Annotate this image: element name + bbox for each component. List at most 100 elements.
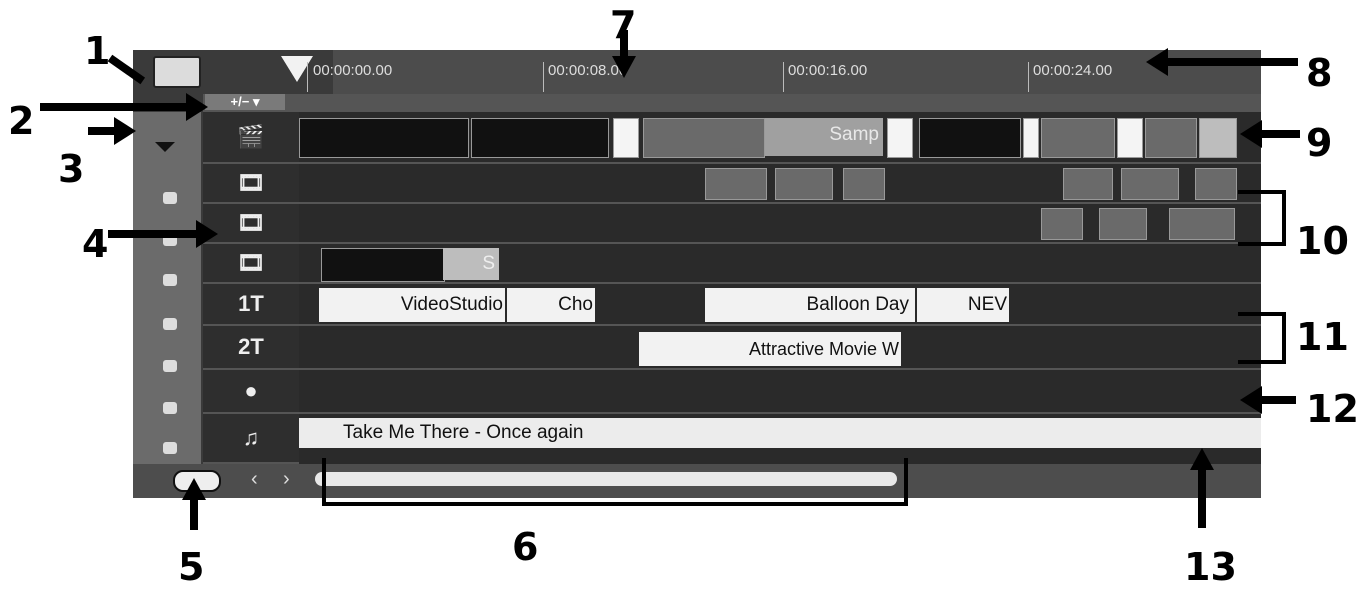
music-track[interactable]: Take Me There - Once again — [299, 414, 1261, 462]
overlay-clip[interactable] — [843, 168, 885, 200]
callout-10: 10 — [1296, 219, 1349, 263]
video-clip[interactable] — [1199, 118, 1237, 158]
voice-track[interactable] — [299, 370, 1261, 414]
callout-9: 9 — [1306, 121, 1333, 165]
transition[interactable] — [1023, 118, 1039, 158]
callout-arrow — [88, 127, 116, 135]
overlay-clip[interactable] — [1063, 168, 1113, 200]
callout-2: 2 — [8, 99, 35, 143]
ruler-major-tick — [783, 62, 784, 92]
overlay-clip[interactable] — [321, 248, 445, 282]
callout-12: 12 — [1306, 387, 1359, 431]
lock-icon[interactable] — [163, 318, 177, 330]
title-track-2-label[interactable]: 2T — [203, 326, 299, 370]
lock-icon[interactable] — [163, 192, 177, 204]
overlay-clip-sample[interactable]: S — [443, 248, 499, 280]
track-manager-icon[interactable] — [153, 56, 201, 88]
callout-arrowhead — [1240, 120, 1262, 148]
callout-arrowhead — [196, 220, 218, 248]
callout-arrow — [1198, 468, 1206, 528]
title-track-1-label[interactable]: 1T — [203, 284, 299, 326]
callout-arrow — [190, 498, 198, 530]
title-track-2[interactable]: Attractive Movie W — [299, 326, 1261, 370]
video-clip[interactable] — [299, 118, 469, 158]
callout-arrow — [40, 103, 188, 111]
overlay-track-3[interactable]: S — [299, 244, 1261, 284]
lock-icon[interactable] — [163, 402, 177, 414]
transition[interactable] — [1117, 118, 1143, 158]
timeline-ruler[interactable]: 00:00:00.00 00:00:08.00 00:00:16.00 00:0… — [281, 50, 1261, 94]
overlay-clip[interactable] — [775, 168, 833, 200]
overlay-track-3-icon[interactable]: 🎞 — [203, 244, 299, 284]
title-clip[interactable]: VideoStudio — [319, 288, 505, 322]
video-track[interactable]: Samp — [299, 112, 1261, 164]
overlay-clip[interactable] — [1041, 208, 1083, 240]
video-clip[interactable] — [1041, 118, 1115, 158]
music-track-label[interactable]: ♫ — [203, 414, 299, 464]
voice-track-icon[interactable]: ● — [203, 370, 299, 414]
callout-11: 11 — [1296, 315, 1349, 359]
zoom-control[interactable]: +/− ▾ — [205, 94, 285, 110]
video-track-icon[interactable]: 🎬 — [203, 112, 299, 164]
chevron-down-icon[interactable] — [155, 142, 175, 152]
callout-6: 6 — [512, 525, 539, 569]
video-clip[interactable] — [471, 118, 609, 158]
video-clip[interactable] — [1145, 118, 1197, 158]
track-icon-column: 🎬 🎞 🎞 🎞 1T 2T ● ♫ — [203, 112, 299, 464]
ruler-time-0: 00:00:00.00 — [313, 62, 393, 79]
transition[interactable] — [887, 118, 913, 158]
tracks-area: Samp S VideoStudio Cho Balloon Day NEV A… — [299, 112, 1261, 464]
lock-column — [133, 112, 201, 464]
callout-arrowhead — [1240, 386, 1262, 414]
callout-arrow — [1262, 130, 1300, 138]
overlay-clip[interactable] — [1121, 168, 1179, 200]
callout-bracket — [1238, 312, 1286, 364]
callout-1: 1 — [84, 29, 111, 73]
overlay-clip[interactable] — [1099, 208, 1147, 240]
callout-13: 13 — [1184, 545, 1237, 589]
callout-arrow — [1262, 396, 1296, 404]
overlay-track-1-icon[interactable]: 🎞 — [203, 164, 299, 204]
playhead-marker[interactable] — [281, 56, 313, 82]
lock-icon[interactable] — [163, 442, 177, 454]
callout-arrowhead — [114, 117, 136, 145]
callout-arrowhead — [1146, 48, 1168, 76]
zoom-bar: +/− ▾ — [203, 94, 1261, 114]
callout-4: 4 — [82, 222, 109, 266]
ruler-time-2: 00:00:16.00 — [788, 62, 868, 79]
ruler-major-tick — [307, 62, 308, 92]
callout-arrowhead — [186, 93, 208, 121]
overlay-track-1[interactable] — [299, 164, 1261, 204]
callout-arrow — [1168, 58, 1298, 66]
overlay-clip[interactable] — [1195, 168, 1237, 200]
callout-8: 8 — [1306, 51, 1333, 95]
title-clip[interactable]: Attractive Movie W — [639, 332, 901, 366]
overlay-clip[interactable] — [1169, 208, 1235, 240]
callout-arrow — [108, 230, 198, 238]
scroll-right-icon[interactable]: › — [283, 468, 290, 491]
video-clip[interactable] — [919, 118, 1021, 158]
title-clip[interactable]: Balloon Day — [705, 288, 915, 322]
transition[interactable] — [613, 118, 639, 158]
title-clip[interactable]: NEV — [917, 288, 1009, 322]
callout-arrowhead — [182, 478, 206, 500]
ruler-major-tick — [543, 62, 544, 92]
lock-icon[interactable] — [163, 274, 177, 286]
overlay-track-2[interactable] — [299, 204, 1261, 244]
video-clip-sample[interactable]: Samp — [765, 118, 883, 156]
title-track-1[interactable]: VideoStudio Cho Balloon Day NEV — [299, 284, 1261, 326]
scroll-left-icon[interactable]: ‹ — [251, 468, 258, 491]
callout-arrowhead — [612, 56, 636, 78]
callout-bracket — [322, 458, 908, 506]
timeline-window: 00:00:00.00 00:00:08.00 00:00:16.00 00:0… — [133, 50, 1261, 498]
video-clip[interactable] — [643, 118, 765, 158]
overlay-clip[interactable] — [705, 168, 767, 200]
callout-arrowhead — [1190, 448, 1214, 470]
lock-icon[interactable] — [163, 360, 177, 372]
callout-3: 3 — [58, 147, 85, 191]
music-clip[interactable]: Take Me There - Once again — [299, 418, 1261, 448]
ruler-time-3: 00:00:24.00 — [1033, 62, 1113, 79]
callout-5: 5 — [178, 545, 205, 589]
title-clip[interactable]: Cho — [507, 288, 595, 322]
ruler-major-tick — [1028, 62, 1029, 92]
